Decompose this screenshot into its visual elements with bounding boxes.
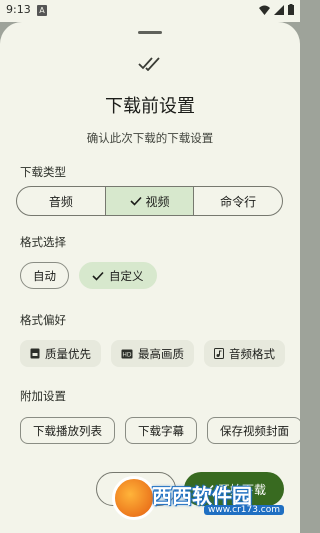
check-icon xyxy=(129,196,142,206)
status-bar: 9:13 A xyxy=(0,0,300,22)
chip-download-subtitles-label: 下载字幕 xyxy=(138,423,184,438)
download-type-segmented: 音频 视频 命令行 xyxy=(16,186,283,216)
chip-custom-label: 自定义 xyxy=(109,268,144,283)
watermark-url: www.cr173.com xyxy=(204,505,285,515)
chip-save-thumbnail[interactable]: 保存视频封面 xyxy=(207,417,300,444)
format-select-chips: 自动 自定义 xyxy=(20,262,157,289)
notification-icon: A xyxy=(37,5,47,16)
download-settings-sheet: 下载前设置 确认此次下载的下载设置 下载类型 音频 视频 命令行 格式选择 自动… xyxy=(0,22,300,533)
segment-command[interactable]: 命令行 xyxy=(194,187,282,215)
chip-quality-first[interactable]: 质量优先 xyxy=(20,340,101,367)
chip-auto[interactable]: 自动 xyxy=(20,262,69,289)
wifi-icon xyxy=(259,5,270,15)
segment-audio-label: 音频 xyxy=(48,194,73,209)
done-all-icon xyxy=(138,57,160,71)
format-preference-chips: 质量优先 HD 最高画质 音频格式 xyxy=(20,340,285,367)
hd-icon: HD xyxy=(121,349,133,358)
check-icon xyxy=(92,271,104,281)
format-preference-label: 格式偏好 xyxy=(20,313,66,327)
chip-download-subtitles[interactable]: 下载字幕 xyxy=(125,417,197,444)
battery-icon xyxy=(288,4,294,15)
signal-icon xyxy=(274,4,284,15)
system-icons xyxy=(259,4,294,15)
chip-download-playlist-label: 下载播放列表 xyxy=(33,423,102,438)
segment-command-label: 命令行 xyxy=(220,194,257,209)
chip-auto-label: 自动 xyxy=(33,268,56,283)
chip-save-thumbnail-label: 保存视频封面 xyxy=(220,423,289,438)
segment-video-label: 视频 xyxy=(145,194,170,209)
additional-settings-chips: 下载播放列表 下载字幕 保存视频封面 xyxy=(20,417,300,444)
drag-handle[interactable] xyxy=(138,31,162,34)
sheet-subtitle: 确认此次下载的下载设置 xyxy=(86,131,214,145)
watermark: 西西软件园 www.cr173.com xyxy=(112,476,288,520)
format-select-label: 格式选择 xyxy=(20,235,66,249)
segment-video[interactable]: 视频 xyxy=(105,187,195,215)
chip-quality-first-label: 质量优先 xyxy=(45,346,91,361)
chip-best-video[interactable]: HD 最高画质 xyxy=(111,340,194,367)
chip-download-playlist[interactable]: 下载播放列表 xyxy=(20,417,115,444)
watermark-logo xyxy=(112,476,156,520)
download-type-label: 下载类型 xyxy=(20,165,66,179)
svg-text:HD: HD xyxy=(122,351,132,358)
chip-audio-format[interactable]: 音频格式 xyxy=(204,340,285,367)
segment-audio[interactable]: 音频 xyxy=(17,187,106,215)
additional-settings-label: 附加设置 xyxy=(20,389,66,403)
audio-file-icon xyxy=(214,348,224,359)
chip-custom[interactable]: 自定义 xyxy=(79,262,157,289)
chip-audio-format-label: 音频格式 xyxy=(229,346,275,361)
chip-best-video-label: 最高画质 xyxy=(138,346,184,361)
sheet-title: 下载前设置 xyxy=(105,96,195,117)
status-time: 9:13 xyxy=(6,3,31,16)
file-icon xyxy=(30,348,40,359)
